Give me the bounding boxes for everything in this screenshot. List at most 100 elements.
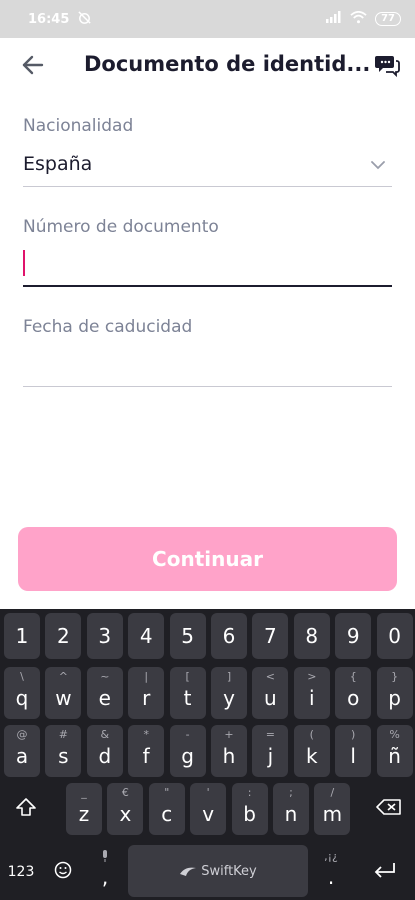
key-hint: %	[389, 728, 400, 741]
key-label: l	[350, 744, 356, 768]
enter-key[interactable]	[356, 847, 412, 897]
key-label: 3	[98, 624, 112, 648]
text-cursor	[23, 250, 25, 276]
alarm-off-icon	[77, 10, 92, 29]
shift-icon	[15, 796, 37, 823]
keyboard-key[interactable]: 8	[293, 613, 330, 659]
keyboard: 123 , SwiftKey ,¡¿ . 1 2 3 4 5 6 7 8 9 0 \ q ^ w ~ e | r[…	[0, 609, 415, 900]
keyboard-key[interactable]: = j	[252, 725, 289, 777]
keyboard-key[interactable]: * f	[128, 725, 165, 777]
period-label: .	[327, 865, 335, 889]
keyboard-key[interactable]: + h	[211, 725, 247, 777]
keyboard-key[interactable]: < u	[252, 667, 289, 719]
key-label: w	[55, 686, 72, 710]
comma-key[interactable]: ,	[86, 847, 124, 897]
keyboard-key[interactable]: {o	[335, 667, 372, 719]
key-hint: <	[265, 670, 275, 683]
battery-icon: 77	[375, 12, 401, 26]
key-label: 9	[346, 624, 360, 648]
keyboard-key[interactable]: ' v	[190, 783, 227, 835]
keyboard-key[interactable]: 2	[45, 613, 82, 659]
key-hint: ;	[289, 786, 293, 799]
mic-icon	[86, 850, 124, 865]
continue-button[interactable]: Continuar	[18, 527, 397, 591]
arrow-left-icon[interactable]	[20, 52, 46, 78]
keyboard-key[interactable]: [t	[169, 667, 206, 719]
document-number-input[interactable]	[23, 244, 392, 284]
key-label: s	[58, 744, 69, 768]
key-hint: €	[121, 786, 129, 799]
key-label: q	[15, 686, 29, 710]
key-hint: }	[391, 670, 399, 683]
keyboard-key[interactable]: @ a	[4, 725, 40, 777]
keyboard-key[interactable]: % ñ	[376, 725, 413, 777]
keyboard-key[interactable]: ) l	[335, 725, 372, 777]
nationality-select[interactable]: España	[23, 153, 92, 175]
key-label: 1	[15, 624, 29, 648]
emoji-key[interactable]	[44, 847, 82, 897]
nationality-underline	[23, 186, 392, 187]
symbols-key[interactable]: 123	[0, 847, 42, 897]
backspace-icon	[376, 797, 402, 821]
key-hint: +	[224, 728, 234, 741]
key-hint: )	[351, 728, 356, 741]
key-hint: _	[81, 786, 87, 799]
keyboard-key[interactable]: # s	[45, 725, 82, 777]
keyboard-key[interactable]: > i	[293, 667, 330, 719]
keyboard-key[interactable]: 7	[252, 613, 289, 659]
keyboard-key[interactable]: ~ e	[86, 667, 123, 719]
key-label: i	[309, 686, 315, 710]
keyboard-key[interactable]: | r	[128, 667, 165, 719]
keyboard-key[interactable]: 3	[86, 613, 123, 659]
keyboard-key[interactable]: } p	[376, 667, 413, 719]
space-label: SwiftKey	[201, 863, 257, 879]
key-label: ñ	[388, 744, 401, 768]
keyboard-key[interactable]: 6	[211, 613, 247, 659]
keyboard-key[interactable]: :b	[231, 783, 268, 835]
key-label: h	[222, 744, 236, 768]
key-hint: "	[164, 786, 170, 799]
keyboard-key[interactable]: & d	[86, 725, 123, 777]
space-key[interactable]: SwiftKey	[128, 845, 308, 897]
key-hint: -	[185, 728, 190, 741]
key-hint: @	[16, 728, 28, 741]
key-label: 6	[222, 624, 236, 648]
shift-key[interactable]	[4, 783, 48, 835]
key-hint: &	[100, 728, 110, 741]
keyboard-key[interactable]: ; n	[273, 783, 309, 835]
keyboard-key[interactable]: ^ w	[45, 667, 82, 719]
keyboard-key[interactable]: 0	[376, 613, 413, 659]
key-hint: :	[247, 786, 252, 799]
keyboard-key[interactable]: € x	[107, 783, 144, 835]
key-hint: ]	[226, 670, 232, 683]
key-label: t	[183, 686, 192, 710]
keyboard-key[interactable]: 5	[169, 613, 206, 659]
wifi-icon	[350, 10, 367, 28]
chat-bubbles-icon[interactable]	[374, 52, 400, 78]
key-label: m	[322, 802, 343, 826]
key-hint: (	[309, 728, 314, 741]
key-hint: '	[206, 786, 210, 799]
key-label: r	[142, 686, 151, 710]
comma-label: ,	[101, 865, 109, 889]
keyboard-key[interactable]: \ q	[4, 667, 40, 719]
key-label: y	[223, 686, 235, 710]
key-label: k	[306, 744, 318, 768]
key-label: c	[161, 802, 173, 826]
keyboard-key[interactable]: 9	[335, 613, 372, 659]
period-key[interactable]: ,¡¿ .	[312, 847, 350, 897]
keyboard-key[interactable]: / m	[314, 783, 351, 835]
keyboard-key[interactable]: 1	[4, 613, 40, 659]
keyboard-key[interactable]: " c	[148, 783, 185, 835]
key-label: f	[142, 744, 150, 768]
chevron-down-icon[interactable]	[370, 157, 386, 171]
expiry-date-underline	[23, 386, 392, 387]
keyboard-key[interactable]: (k	[293, 725, 330, 777]
backspace-key[interactable]	[367, 783, 411, 835]
keyboard-key[interactable]: -g	[169, 725, 206, 777]
keyboard-key[interactable]: ] y	[211, 667, 247, 719]
expiry-date-input[interactable]	[23, 344, 392, 384]
keyboard-key[interactable]: _ z	[66, 783, 102, 835]
key-label: 7	[264, 624, 277, 648]
keyboard-key[interactable]: 4	[128, 613, 165, 659]
